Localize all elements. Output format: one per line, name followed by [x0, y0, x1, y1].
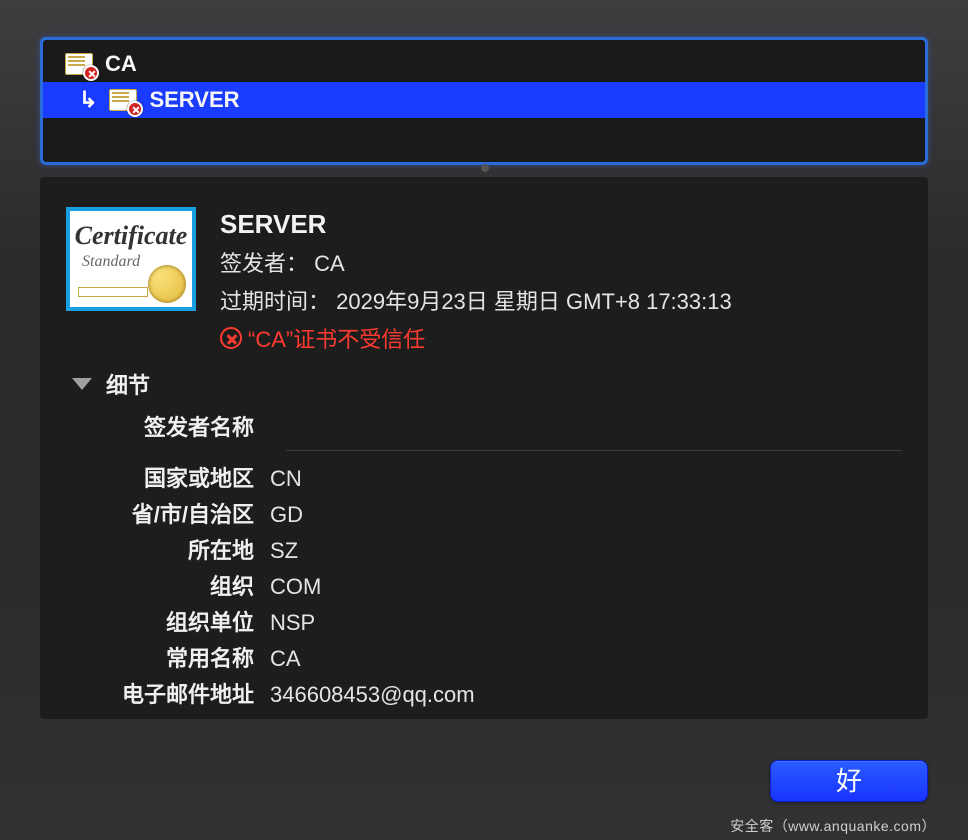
footer-watermark: 安全客（www.anquanke.com）	[730, 816, 936, 836]
section-divider	[286, 450, 902, 451]
issuer-section-label: 签发者名称	[66, 410, 270, 442]
trust-error-line: “CA”证书不受信任	[220, 322, 732, 354]
detail-label: 组织	[66, 569, 270, 601]
detail-label: 所在地	[66, 533, 270, 565]
detail-row-org: 组织 COM	[66, 569, 902, 605]
expiry-label: 过期时间：	[220, 289, 330, 314]
chain-item-ca[interactable]: CA	[43, 40, 925, 82]
detail-value: CN	[270, 466, 302, 492]
details-section-title: 细节	[106, 368, 150, 400]
detail-value: NSP	[270, 610, 315, 636]
issuer-line: 签发者： CA	[220, 246, 732, 278]
detail-row-locality: 所在地 SZ	[66, 533, 902, 569]
detail-row-email: 电子邮件地址 346608453@qq.com	[66, 677, 902, 713]
chain-item-label: CA	[105, 51, 137, 77]
trust-error-text: “CA”证书不受信任	[248, 322, 425, 354]
certificate-large-icon: Certificate Standard	[66, 207, 196, 311]
certificate-icon	[109, 89, 137, 111]
detail-label: 常用名称	[66, 641, 270, 673]
disclosure-triangle-icon	[72, 378, 92, 390]
detail-row-cn: 常用名称 CA	[66, 641, 902, 677]
detail-value: GD	[270, 502, 303, 528]
expiry-value: 2029年9月23日 星期日 GMT+8 17:33:13	[336, 289, 732, 314]
chain-item-server[interactable]: ↳ SERVER	[43, 82, 925, 118]
detail-value: CA	[270, 646, 301, 672]
cert-icon-title: Certificate	[70, 221, 192, 251]
detail-value: 346608453@qq.com	[270, 682, 475, 708]
certificate-name: SERVER	[220, 209, 732, 240]
issuer-label: 签发者：	[220, 251, 308, 276]
ok-button[interactable]: 好	[770, 760, 928, 802]
error-icon	[220, 327, 242, 349]
expiry-line: 过期时间： 2029年9月23日 星期日 GMT+8 17:33:13	[220, 284, 732, 316]
issuer-value: CA	[314, 251, 345, 276]
child-arrow-icon: ↳	[79, 87, 97, 113]
certificate-details-panel: Certificate Standard SERVER 签发者： CA 过期时间…	[40, 177, 928, 719]
detail-label: 省/市/自治区	[66, 497, 270, 529]
detail-row-country: 国家或地区 CN	[66, 461, 902, 497]
detail-label: 组织单位	[66, 605, 270, 637]
detail-value: SZ	[270, 538, 298, 564]
detail-value: COM	[270, 574, 321, 600]
certificate-icon	[65, 53, 93, 75]
details-disclosure[interactable]: 细节	[66, 368, 902, 400]
detail-label: 国家或地区	[66, 461, 270, 493]
certificate-chain-list[interactable]: CA ↳ SERVER	[40, 37, 928, 165]
detail-row-orgunit: 组织单位 NSP	[66, 605, 902, 641]
detail-label: 电子邮件地址	[66, 677, 270, 709]
chain-item-label: SERVER	[149, 87, 239, 113]
detail-row-state: 省/市/自治区 GD	[66, 497, 902, 533]
pager-dot	[481, 164, 489, 172]
